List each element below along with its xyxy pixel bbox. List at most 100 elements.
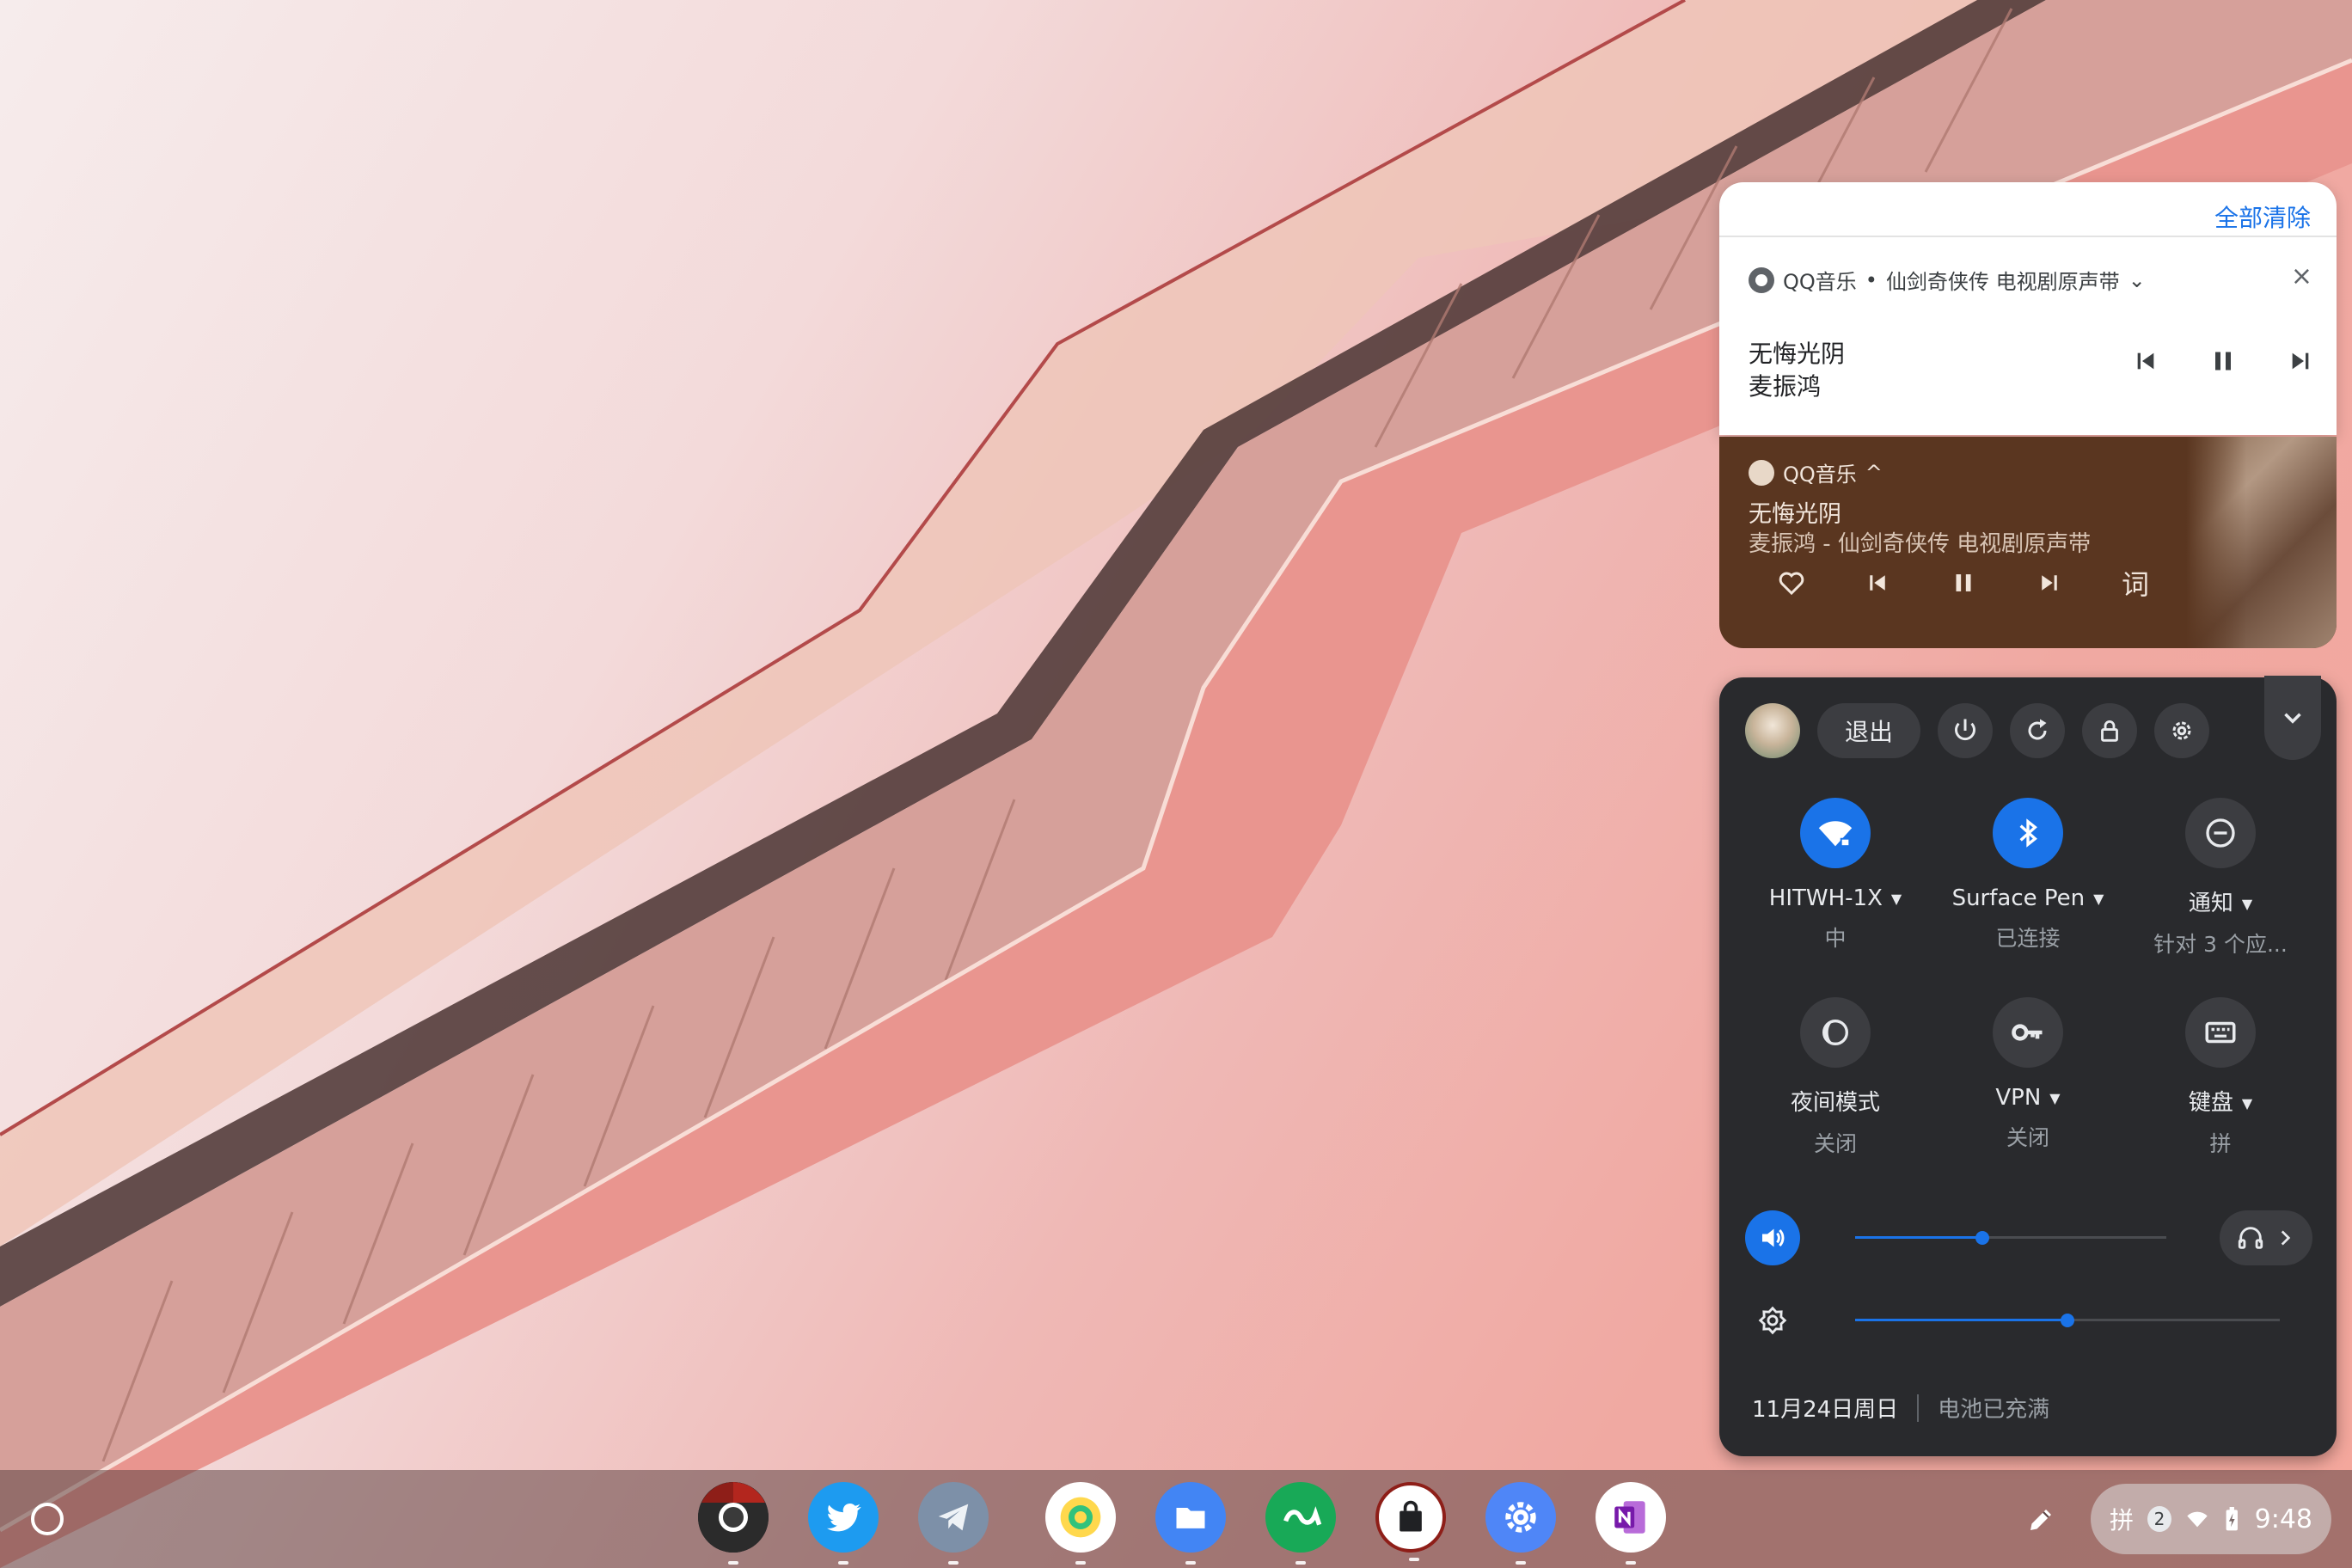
gear-icon: [1505, 1502, 1536, 1533]
shelf: 拼 2 9:48: [0, 1470, 2352, 1568]
caret-down-icon: ▼: [2241, 896, 2253, 912]
collapse-button[interactable]: [2264, 676, 2321, 760]
pause-button[interactable]: [2206, 344, 2240, 378]
skip-previous-icon: [1870, 575, 1885, 591]
media-controls: [2128, 344, 2318, 378]
power-button[interactable]: [1938, 703, 1994, 758]
tile-bluetooth-status: 已连接: [1995, 926, 2061, 951]
media-notification-card: QQ音乐 ^ 无悔光阴 麦振鸿 - 仙剑奇侠传 电视剧原声带 词: [1719, 437, 2337, 648]
date-label[interactable]: 11月24日周日: [1752, 1392, 1898, 1424]
lock-button[interactable]: [2082, 703, 2138, 758]
running-indicator: [728, 1561, 738, 1565]
folder-icon: [1176, 1508, 1205, 1528]
divider: [1917, 1393, 1920, 1422]
power-icon: [1955, 719, 1976, 741]
telegram-plane-icon: [938, 1504, 969, 1531]
brightness-slider-knob[interactable]: [2061, 1314, 2074, 1327]
tile-wifi-status: 中: [1824, 926, 1847, 951]
running-indicator: [1626, 1561, 1636, 1565]
running-indicator: [1516, 1561, 1526, 1565]
tile-bluetooth[interactable]: Surface Pen ▼ 已连接: [1929, 798, 2127, 952]
bluetooth-icon: [2019, 818, 2037, 848]
app-chrome[interactable]: [698, 1482, 769, 1565]
sign-out-button[interactable]: 退出: [1817, 703, 1921, 758]
tile-wifi-toggle[interactable]: [1800, 798, 1871, 868]
previous-track-button[interactable]: [2128, 344, 2163, 378]
app-qq-music[interactable]: [1045, 1482, 1116, 1565]
clear-all-button[interactable]: 全部清除: [2214, 199, 2311, 234]
tile-keyboard-label: 键盘: [2188, 1090, 2233, 1116]
tile-wifi-label: HITWH-1X: [1768, 885, 1883, 911]
tile-notifications-toggle[interactable]: [2185, 798, 2256, 868]
brightness-icon: [1758, 1306, 1787, 1335]
status-area[interactable]: 拼 2 9:48: [2091, 1484, 2331, 1554]
onenote-icon: [1614, 1501, 1645, 1534]
divider: [1719, 236, 2337, 237]
notification-app-name: QQ音乐: [1783, 270, 1857, 294]
media-previous-button[interactable]: [1834, 566, 1920, 600]
media-next-button[interactable]: [2006, 566, 2092, 600]
tile-keyboard[interactable]: 键盘 ▼ 拼: [2122, 997, 2319, 1158]
volume-slider-knob[interactable]: [1975, 1231, 1989, 1245]
restart-button[interactable]: [2010, 703, 2066, 758]
app-files[interactable]: [1155, 1482, 1226, 1565]
avatar[interactable]: [1745, 703, 1800, 758]
app-settings[interactable]: [1485, 1482, 1556, 1565]
volume-slider-row: [1745, 1210, 2312, 1265]
close-icon[interactable]: ×: [2291, 261, 2312, 291]
clock[interactable]: 9:48: [2255, 1504, 2312, 1534]
ime-indicator[interactable]: 拼: [2110, 1502, 2134, 1536]
running-indicator: [1409, 1558, 1419, 1561]
brightness-button: [1745, 1293, 1800, 1348]
tile-vpn-label: VPN: [1995, 1085, 2042, 1111]
app-onenote[interactable]: [1596, 1482, 1666, 1565]
skip-previous-icon: [2137, 352, 2154, 370]
gear-icon: [2172, 721, 2191, 740]
chevron-up-icon[interactable]: ^: [1865, 461, 1883, 485]
caret-down-icon: ▼: [2049, 1090, 2061, 1106]
notification-center: 全部清除 QQ音乐 • 仙剑奇侠传 电视剧原声带 ⌄ × 无悔光阴 麦振鸿: [1719, 182, 2337, 435]
chrome-notification-header[interactable]: QQ音乐 • 仙剑奇侠传 电视剧原声带 ⌄: [1749, 265, 2146, 295]
album-art: [2186, 437, 2337, 648]
media-card-controls: 词: [1749, 566, 2178, 601]
app-shop[interactable]: [1375, 1482, 1446, 1561]
tile-vpn[interactable]: VPN ▼ 关闭: [1929, 997, 2127, 1152]
heart-icon: [1779, 572, 1804, 596]
mute-button[interactable]: [1745, 1210, 1800, 1265]
favorite-button[interactable]: [1749, 566, 1834, 600]
app-twitter[interactable]: [808, 1482, 879, 1565]
battery-charging-icon: [2226, 1507, 2239, 1531]
tile-night-light-toggle[interactable]: [1800, 997, 1871, 1068]
skip-next-icon: [2042, 575, 2057, 591]
lyrics-button[interactable]: 词: [2092, 566, 2178, 601]
media-pause-button[interactable]: [1920, 566, 2006, 600]
stylus-tools-button[interactable]: [2010, 1494, 2072, 1546]
audio-settings-button[interactable]: [2220, 1210, 2312, 1265]
tile-night-light-status: 关闭: [1813, 1131, 1857, 1156]
tile-wifi[interactable]: HITWH-1X ▼ 中: [1736, 798, 1934, 952]
tile-vpn-toggle[interactable]: [1993, 997, 2063, 1068]
caret-down-icon: ▼: [1890, 891, 1902, 907]
media-app-header[interactable]: QQ音乐 ^: [1749, 457, 1883, 487]
media-track-title: 无悔光阴: [1749, 501, 1841, 528]
tile-keyboard-toggle[interactable]: [2185, 997, 2256, 1068]
launcher-button[interactable]: [31, 1503, 64, 1535]
chevron-down-icon[interactable]: ⌄: [2128, 268, 2146, 292]
tile-bluetooth-toggle[interactable]: [1993, 798, 2063, 868]
volume-icon: [1762, 1228, 1785, 1247]
next-track-button[interactable]: [2283, 344, 2318, 378]
headphones-icon: [2238, 1227, 2263, 1249]
media-track-subtitle: 麦振鸿 - 仙剑奇侠传 电视剧原声带: [1749, 531, 2092, 557]
app-cajviewer[interactable]: [1265, 1482, 1336, 1565]
settings-button[interactable]: [2154, 703, 2210, 758]
tile-night-light[interactable]: 夜间模式 关闭: [1736, 997, 1934, 1158]
shelf-apps: [698, 1482, 1666, 1565]
tile-notifications[interactable]: 通知 ▼ 针对 3 个应...: [2122, 798, 2319, 959]
chevron-down-icon: [2284, 713, 2301, 724]
caret-down-icon: ▼: [2241, 1095, 2253, 1112]
chevron-right-icon: [2281, 1230, 2291, 1246]
app-telegram[interactable]: [918, 1482, 989, 1565]
vpn-key-icon: [2012, 1024, 2043, 1041]
chrome-icon: [698, 1482, 769, 1553]
caret-down-icon: ▼: [2093, 891, 2104, 907]
